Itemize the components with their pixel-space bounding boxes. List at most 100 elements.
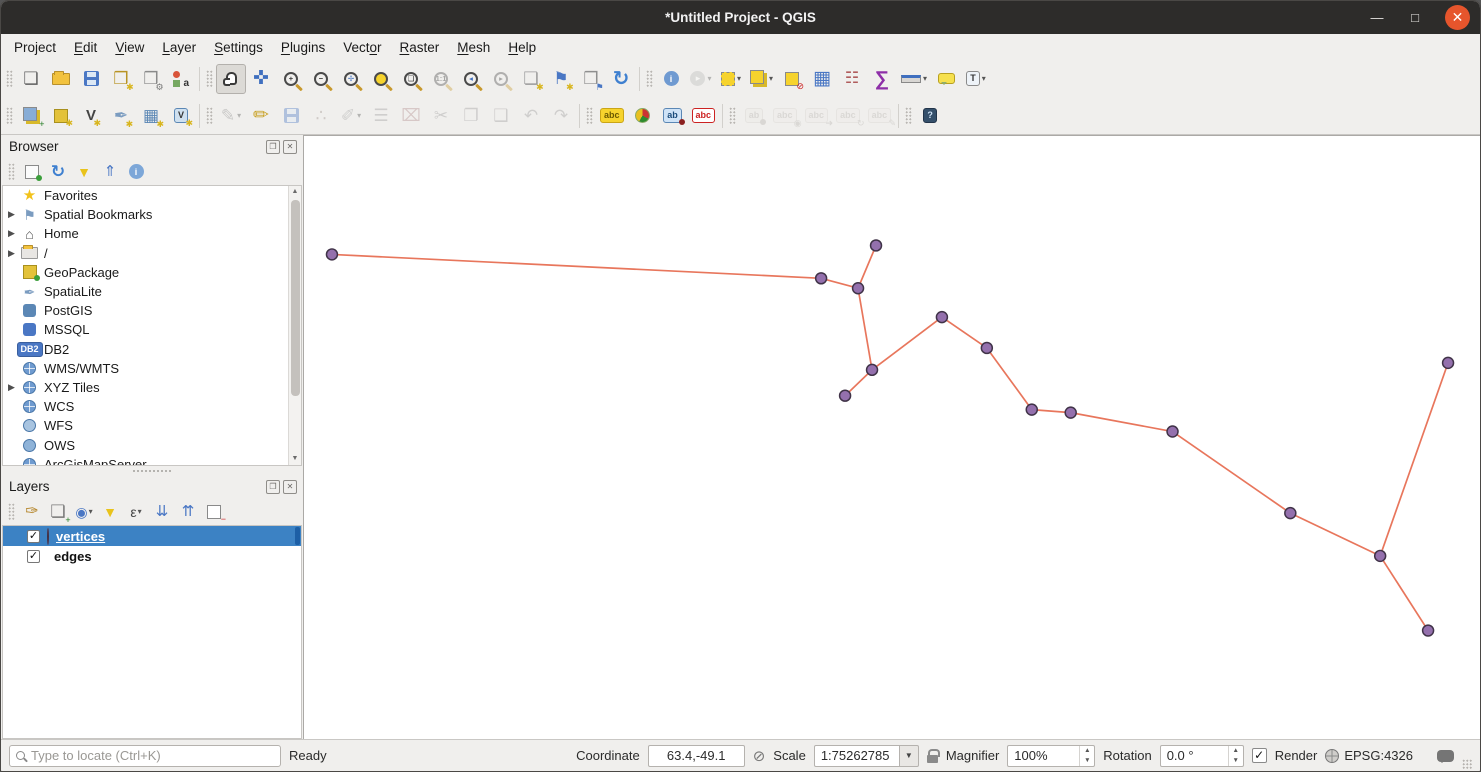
rotation-up-icon[interactable]: ▲ (1229, 746, 1243, 756)
manage-map-themes-icon[interactable]: ◉ ▾ (72, 500, 96, 524)
pan-map-icon[interactable] (216, 63, 246, 94)
menu-plugins[interactable]: Plugins (272, 37, 334, 58)
save-project-icon[interactable] (76, 64, 106, 94)
refresh-browser-icon[interactable]: ↻ (46, 160, 70, 184)
browser-item-home[interactable]: ▶ ⌂ Home (3, 224, 301, 243)
pin-labels-icon[interactable]: ab (658, 101, 688, 131)
new-temporary-scratch-layer-icon[interactable]: V ✱ (166, 101, 196, 131)
toolbar-drag-handle[interactable] (8, 502, 15, 521)
expand-icon[interactable]: ▶ (8, 228, 21, 239)
help-icon[interactable]: ? (915, 101, 945, 131)
browser-item-favorites[interactable]: ★ Favorites (3, 186, 301, 205)
layer-labeling-icon[interactable]: abc (596, 101, 628, 131)
expand-icon[interactable]: ▶ (8, 248, 21, 259)
filter-by-expression-icon[interactable]: ε ▾ (124, 500, 148, 524)
new-spatial-bookmark-icon[interactable]: ❏ ✱ (516, 64, 546, 94)
zoom-full-icon[interactable]: ✢ (336, 64, 366, 94)
text-annotation-icon[interactable]: T ▾ (961, 64, 991, 94)
deselect-features-icon[interactable]: ⊘ (777, 64, 807, 94)
show-bookmarks-icon[interactable]: ❒ ⚑ (576, 64, 606, 94)
style-manager-icon[interactable]: a (166, 64, 196, 94)
menu-view[interactable]: View (106, 37, 153, 58)
browser-item--[interactable]: ▶ / (3, 244, 301, 263)
highlight-pinned-labels-icon[interactable]: abc (688, 101, 720, 131)
toggle-editing-icon[interactable]: ✏ (246, 101, 276, 131)
toolbar-drag-handle[interactable] (6, 106, 13, 125)
toolbar-drag-handle[interactable] (646, 69, 653, 88)
browser-scrollbar[interactable]: ▲ ▼ (288, 186, 301, 465)
toolbar-drag-handle[interactable] (8, 162, 15, 181)
data-source-manager-icon[interactable]: + (16, 101, 46, 131)
select-features-icon[interactable]: ▾ (716, 64, 746, 94)
filter-legend-icon[interactable]: ▼ (98, 500, 122, 524)
zoom-out-icon[interactable]: − (306, 64, 336, 94)
browser-item-spatialite[interactable]: ✒ SpatiaLite (3, 282, 301, 301)
browser-item-wcs[interactable]: WCS (3, 397, 301, 416)
show-spatial-bookmark-manager-icon[interactable]: ⚑ ✱ (546, 64, 576, 94)
expand-icon[interactable]: ▶ (8, 209, 21, 220)
browser-item-mssql[interactable]: MSSQL (3, 320, 301, 339)
statistical-summary-icon[interactable]: ∑ (867, 64, 897, 94)
remove-layer-icon[interactable]: − (202, 500, 226, 524)
browser-item-ows[interactable]: OWS (3, 435, 301, 454)
add-group-icon[interactable]: ❏ + (46, 500, 70, 525)
zoom-to-selection-icon[interactable] (366, 64, 396, 94)
browser-item-xyz-tiles[interactable]: ▶ XYZ Tiles (3, 378, 301, 397)
new-geopackage-layer-icon[interactable]: ✱ (46, 101, 76, 131)
browser-float-icon[interactable]: ❐ (266, 139, 280, 154)
new-spatialite-layer-icon[interactable]: ✒ ✱ (106, 101, 136, 131)
refresh-map-icon[interactable]: ↻ (606, 64, 636, 94)
browser-item-postgis[interactable]: PostGIS (3, 301, 301, 320)
new-project-icon[interactable]: ❏ (16, 64, 46, 94)
scroll-thumb[interactable] (290, 200, 300, 396)
map-tips-icon[interactable] (931, 64, 961, 94)
scroll-up-icon[interactable]: ▲ (289, 186, 301, 198)
open-project-icon[interactable] (46, 64, 76, 94)
filter-browser-icon[interactable]: ▼ (72, 160, 96, 184)
toolbar-drag-handle[interactable] (586, 106, 593, 125)
render-checkbox[interactable]: ✓ (1251, 748, 1267, 763)
rotation-spinbox[interactable]: 0.0 ° ▲ ▼ (1159, 744, 1244, 767)
select-features-by-value-icon[interactable]: ▾ (746, 64, 777, 94)
zoom-in-icon[interactable]: + (276, 64, 306, 94)
zoom-to-layer-icon[interactable]: ❏ (396, 64, 426, 94)
coordinate-extent-toggle-icon[interactable]: ⊘ (753, 747, 766, 765)
expand-icon[interactable]: ▶ (8, 382, 21, 393)
scroll-down-icon[interactable]: ▼ (289, 453, 301, 465)
rotation-down-icon[interactable]: ▼ (1229, 756, 1243, 766)
collapse-all-layers-icon[interactable]: ⇈ (176, 500, 200, 524)
browser-properties-icon[interactable]: i (124, 160, 148, 184)
collapse-all-icon[interactable]: ⇑ (98, 160, 122, 184)
maximize-button[interactable]: □ (1407, 10, 1423, 25)
browser-item-arcgismapserver[interactable]: ArcGisMapServer (3, 455, 301, 465)
titlebar[interactable]: *Untitled Project - QGIS — □ ✕ (1, 1, 1480, 34)
browser-close-icon[interactable]: ✕ (283, 139, 297, 154)
layer-visibility-checkbox[interactable]: ✓ (27, 549, 40, 563)
menu-project[interactable]: Project (5, 37, 65, 58)
browser-item-wfs[interactable]: WFS (3, 416, 301, 435)
map-canvas[interactable] (303, 135, 1480, 739)
menu-vector[interactable]: Vector (334, 37, 390, 58)
menu-help[interactable]: Help (499, 37, 545, 58)
menu-mesh[interactable]: Mesh (448, 37, 499, 58)
open-attribute-table-icon[interactable]: ▦ (807, 64, 837, 94)
crs-status[interactable]: EPSG:4326 (1344, 748, 1413, 763)
toolbar-drag-handle[interactable] (6, 69, 13, 88)
layer-item-edges[interactable]: ✓ edges (3, 546, 301, 566)
locator-input[interactable]: Type to locate (Ctrl+K) (9, 744, 281, 767)
panel-splitter[interactable] (1, 466, 303, 475)
identify-features-icon[interactable]: i (656, 64, 686, 94)
magnifier-spinbox[interactable]: 100% ▲ ▼ (1007, 744, 1096, 767)
messages-icon[interactable] (1437, 749, 1454, 763)
toolbar-drag-handle[interactable] (729, 106, 737, 125)
toolbar-drag-handle[interactable] (905, 106, 913, 125)
minimize-button[interactable]: — (1369, 10, 1385, 25)
layers-close-icon[interactable]: ✕ (283, 479, 297, 494)
scale-combo[interactable]: 1:75262785 (813, 744, 900, 767)
pan-to-selection-icon[interactable]: ✜ (246, 64, 276, 94)
show-layout-manager-icon[interactable]: ❒ ⚙ (136, 64, 166, 94)
layer-item-vertices[interactable]: ✓ vertices (3, 526, 301, 546)
browser-item-db2[interactable]: DB2 DB2 (3, 340, 301, 359)
resize-grip[interactable] (1462, 759, 1472, 769)
add-selected-layers-icon[interactable] (20, 160, 44, 184)
